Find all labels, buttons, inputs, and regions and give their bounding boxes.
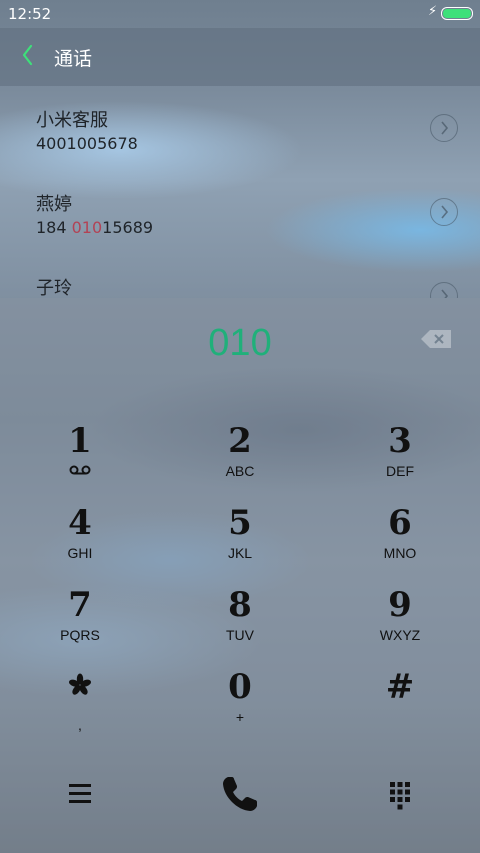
- keypad-toggle-button[interactable]: [370, 764, 430, 824]
- backspace-icon: [421, 330, 451, 348]
- status-bar: 12:52 ⚡: [0, 0, 480, 28]
- contact-row[interactable]: 小米客服 4001005678: [0, 86, 480, 170]
- backspace-button[interactable]: [420, 328, 452, 350]
- key-2[interactable]: 2 ABC: [160, 422, 320, 504]
- contact-results-list: 小米客服 4001005678 燕婷 184 01015689 子玲: [0, 86, 480, 298]
- chevron-right-icon: [441, 289, 449, 298]
- key-5[interactable]: 5 JKL: [160, 504, 320, 586]
- charging-icon: ⚡: [428, 4, 438, 19]
- contact-detail-button[interactable]: [430, 282, 458, 298]
- key-6[interactable]: 6 MNO: [320, 504, 480, 586]
- key-7[interactable]: 7 PQRS: [0, 586, 160, 668]
- call-button[interactable]: [210, 764, 270, 824]
- contact-name: 小米客服: [36, 110, 108, 131]
- voicemail-icon: [0, 462, 160, 480]
- chevron-right-icon: [441, 205, 449, 219]
- contact-number: 4001005678: [36, 134, 138, 153]
- back-button[interactable]: [18, 40, 48, 70]
- key-8[interactable]: 8 TUV: [160, 586, 320, 668]
- contact-row[interactable]: 燕婷 184 01015689: [0, 170, 480, 254]
- page-title: 通话: [54, 48, 93, 70]
- asterisk-icon: [0, 668, 160, 714]
- dialpad-panel: 010 1 2 ABC 3 DEF 4 GHI 5 JKL 6 MNO 7 PQ…: [0, 298, 480, 853]
- status-time: 12:52: [8, 5, 52, 23]
- contact-detail-button[interactable]: [430, 114, 458, 142]
- key-star[interactable]: ,: [0, 668, 160, 750]
- chevron-right-icon: [441, 121, 449, 135]
- chevron-left-icon: [22, 44, 33, 66]
- contact-detail-button[interactable]: [430, 198, 458, 226]
- menu-button[interactable]: [50, 764, 110, 824]
- app-header: 通话: [0, 28, 480, 86]
- contact-number: 184 01015689: [36, 218, 154, 237]
- contact-name: 燕婷: [36, 194, 72, 215]
- contact-name: 子玲: [36, 278, 72, 298]
- contact-row[interactable]: 子玲: [0, 254, 480, 298]
- key-1[interactable]: 1: [0, 422, 160, 504]
- key-4[interactable]: 4 GHI: [0, 504, 160, 586]
- key-hash[interactable]: #: [320, 668, 480, 750]
- key-0[interactable]: 0 +: [160, 668, 320, 750]
- phone-icon: [223, 777, 257, 811]
- key-3[interactable]: 3 DEF: [320, 422, 480, 504]
- key-9[interactable]: 9 WXYZ: [320, 586, 480, 668]
- battery-icon: [441, 7, 473, 20]
- keypad-icon: [390, 782, 410, 810]
- dialed-number: 010: [208, 322, 272, 364]
- menu-icon: [69, 784, 91, 803]
